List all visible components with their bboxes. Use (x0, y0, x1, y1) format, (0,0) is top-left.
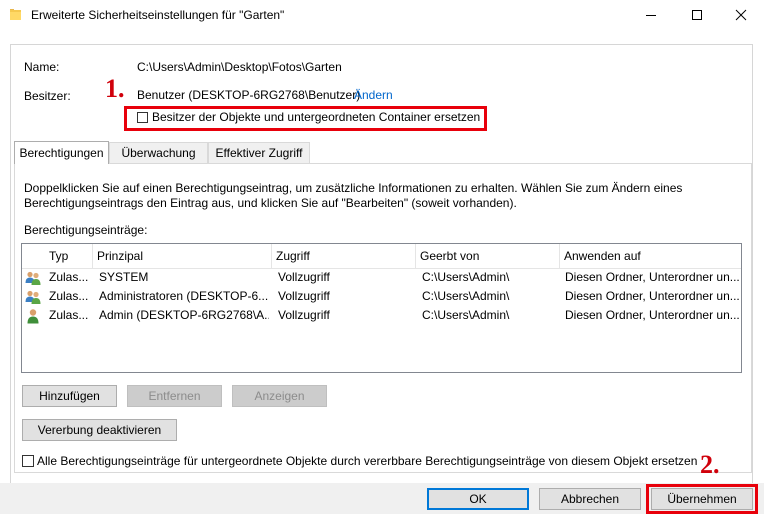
tab-effektiver-zugriff[interactable]: Effektiver Zugriff (208, 142, 310, 163)
maximize-button[interactable] (674, 0, 720, 30)
table-row[interactable]: Zulas... SYSTEM Vollzugriff C:\Users\Adm… (22, 268, 741, 287)
column-header-zugriff[interactable]: Zugriff (272, 244, 416, 268)
cell-prinzipal: Admin (DESKTOP-6RG2768\A... (99, 308, 269, 322)
minimize-icon (646, 15, 656, 16)
title-bar: Erweiterte Sicherheitseinstellungen für … (0, 0, 764, 30)
cell-typ: Zulas... (49, 308, 89, 322)
disable-inheritance-button[interactable]: Vererbung deaktivieren (22, 419, 177, 441)
cell-prinzipal: Administratoren (DESKTOP-6... (99, 289, 269, 303)
cell-typ: Zulas... (49, 289, 89, 303)
view-button[interactable]: Anzeigen (232, 385, 327, 407)
cell-zugriff: Vollzugriff (278, 270, 330, 284)
name-value: C:\Users\Admin\Desktop\Fotos\Garten (137, 60, 342, 74)
list-header: Typ Prinzipal Zugriff Geerbt von Anwende… (22, 244, 741, 269)
close-icon (735, 9, 747, 21)
cell-geerbt-von: C:\Users\Admin\ (422, 270, 510, 284)
cell-anwenden-auf: Diesen Ordner, Unterordner un... (565, 270, 740, 284)
replace-owner-checkbox[interactable] (137, 112, 148, 123)
group-icon (25, 290, 41, 304)
maximize-icon (692, 10, 702, 20)
close-button[interactable] (718, 0, 764, 30)
replace-all-checkbox[interactable] (22, 455, 34, 467)
minimize-button[interactable] (628, 0, 674, 30)
owner-value: Benutzer (DESKTOP-6RG2768\Benutzer) (137, 88, 361, 102)
remove-button[interactable]: Entfernen (127, 385, 222, 407)
owner-label: Besitzer: (24, 89, 71, 103)
column-header-typ[interactable]: Typ (22, 244, 93, 268)
permission-entries-list[interactable]: Typ Prinzipal Zugriff Geerbt von Anwende… (21, 243, 742, 373)
replace-owner-label[interactable]: Besitzer der Objekte und untergeordneten… (152, 110, 480, 124)
column-header-prinzipal[interactable]: Prinzipal (93, 244, 272, 268)
user-icon (27, 309, 39, 324)
tab-berechtigungen[interactable]: Berechtigungen (14, 141, 109, 164)
step-2-annotation: 2. (700, 450, 720, 479)
entries-label: Berechtigungseinträge: (24, 223, 148, 237)
tab-ueberwachung[interactable]: Überwachung (109, 142, 208, 163)
cell-geerbt-von: C:\Users\Admin\ (422, 289, 510, 303)
name-label: Name: (24, 60, 60, 74)
ok-button[interactable]: OK (427, 488, 529, 510)
table-row[interactable]: Zulas... Administratoren (DESKTOP-6... V… (22, 287, 741, 306)
column-header-geerbt-von[interactable]: Geerbt von (416, 244, 560, 268)
cell-anwenden-auf: Diesen Ordner, Unterordner un... (565, 308, 740, 322)
add-button[interactable]: Hinzufügen (22, 385, 117, 407)
cell-geerbt-von: C:\Users\Admin\ (422, 308, 510, 322)
apply-button[interactable]: Übernehmen (651, 488, 753, 510)
cell-typ: Zulas... (49, 270, 89, 284)
cancel-button[interactable]: Abbrechen (539, 488, 641, 510)
permissions-description: Doppelklicken Sie auf einen Berechtigung… (24, 181, 683, 210)
column-header-anwenden-auf[interactable]: Anwenden auf (560, 244, 741, 268)
table-row[interactable]: Zulas... Admin (DESKTOP-6RG2768\A... Vol… (22, 306, 741, 325)
group-icon (25, 271, 41, 285)
replace-all-label[interactable]: Alle Berechtigungseinträge für untergeor… (37, 454, 697, 468)
cell-zugriff: Vollzugriff (278, 289, 330, 303)
cell-anwenden-auf: Diesen Ordner, Unterordner un... (565, 289, 740, 303)
cell-prinzipal: SYSTEM (99, 270, 149, 284)
change-owner-link[interactable]: Ändern (354, 88, 393, 102)
cell-zugriff: Vollzugriff (278, 308, 330, 322)
folder-icon (10, 9, 21, 20)
step-1-annotation: 1. (105, 74, 125, 103)
window-title: Erweiterte Sicherheitseinstellungen für … (31, 8, 285, 22)
